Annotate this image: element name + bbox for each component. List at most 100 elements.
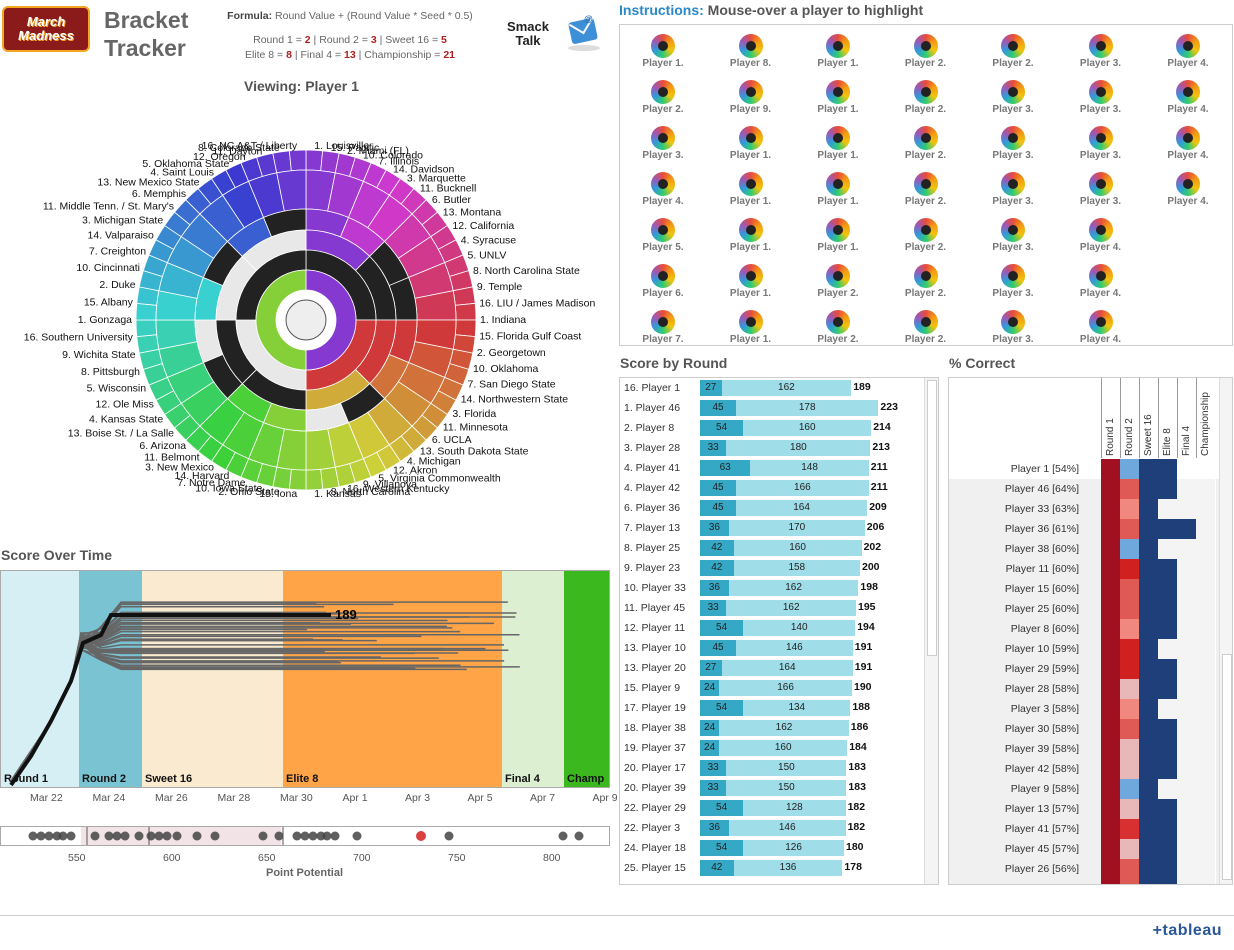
player-tile[interactable]: Player 1. (803, 218, 873, 262)
player-tile[interactable]: Player 2. (891, 126, 961, 170)
pct-cell[interactable] (1120, 679, 1140, 699)
player-score-line[interactable] (10, 622, 320, 782)
pct-cell[interactable] (1158, 619, 1178, 639)
pct-cell[interactable] (1158, 659, 1178, 679)
table-row[interactable]: 11. Player 45 33 162 195 (620, 598, 924, 618)
pct-cell[interactable] (1196, 639, 1216, 659)
point-potential-chart[interactable] (0, 826, 610, 846)
pct-cell[interactable] (1139, 779, 1159, 799)
selected-player-dot[interactable] (416, 831, 426, 841)
player-potential-dot[interactable] (120, 831, 130, 841)
round2-bar[interactable]: 178 (736, 400, 879, 416)
player-potential-dot[interactable] (258, 831, 268, 841)
pct-cell[interactable] (1177, 479, 1197, 499)
pct-cell[interactable] (1139, 619, 1159, 639)
pct-cell[interactable] (1120, 619, 1140, 639)
pct-cell[interactable] (1158, 859, 1178, 879)
round1-bar[interactable]: 24 (700, 680, 720, 696)
table-row[interactable]: 4. Player 41 63 148 211 (620, 458, 924, 478)
pct-cell[interactable] (1120, 819, 1140, 839)
pct-cell[interactable] (1101, 639, 1121, 659)
player-potential-dot[interactable] (172, 831, 182, 841)
pct-cell[interactable] (1158, 599, 1178, 619)
pct-cell[interactable] (1177, 719, 1197, 739)
pct-cell[interactable] (1101, 539, 1121, 559)
player-potential-dot[interactable] (192, 831, 202, 841)
table-row[interactable]: 3. Player 28 33 180 213 (620, 438, 924, 458)
pct-cell[interactable] (1177, 599, 1197, 619)
player-tile[interactable]: Player 1. (803, 34, 873, 78)
round2-bar[interactable]: 166 (736, 480, 869, 496)
pct-cell[interactable] (1158, 479, 1178, 499)
pct-cell[interactable] (1158, 779, 1178, 799)
table-row[interactable]: Player 42 [58%] (949, 759, 1219, 779)
player-score-line[interactable] (10, 642, 416, 782)
pct-cell[interactable] (1177, 699, 1197, 719)
table-row[interactable]: Player 39 [58%] (949, 739, 1219, 759)
pct-cell[interactable] (1196, 839, 1216, 859)
pct-cell[interactable] (1196, 799, 1216, 819)
table-row[interactable]: 8. Player 25 42 160 202 (620, 538, 924, 558)
round2-bar[interactable]: 160 (719, 740, 848, 756)
round2-bar[interactable]: 162 (726, 600, 856, 616)
pct-cell[interactable] (1139, 819, 1159, 839)
player-tile[interactable]: Player 1. (803, 126, 873, 170)
table-row[interactable]: 1. Player 46 45 178 223 (620, 398, 924, 418)
pct-cell[interactable] (1139, 539, 1159, 559)
smack-talk-link[interactable]: Smack Talk (500, 20, 556, 48)
player-score-line[interactable] (10, 605, 325, 782)
pct-cell[interactable] (1158, 519, 1178, 539)
player-tile[interactable]: Player 3. (1066, 80, 1136, 124)
player-potential-dot[interactable] (322, 831, 332, 841)
player-tile[interactable]: Player 3. (978, 80, 1048, 124)
pct-cell[interactable] (1101, 699, 1121, 719)
round2-bar[interactable]: 148 (750, 460, 869, 476)
pct-cell[interactable] (1158, 819, 1178, 839)
round1-bar[interactable]: 42 (700, 860, 734, 876)
pct-cell[interactable] (1101, 619, 1121, 639)
player-potential-dot[interactable] (112, 831, 122, 841)
player-score-line[interactable] (10, 611, 327, 782)
round2-bar[interactable]: 160 (743, 420, 872, 436)
player-tile[interactable]: Player 4. (1153, 172, 1223, 216)
table-row[interactable]: 12. Player 11 54 140 194 (620, 618, 924, 638)
pct-cell[interactable] (1120, 659, 1140, 679)
mail-icon[interactable]: @ (566, 12, 602, 52)
round1-bar[interactable]: 45 (700, 500, 736, 516)
round2-bar[interactable]: 146 (728, 820, 846, 836)
pct-cell[interactable] (1158, 679, 1178, 699)
table-row[interactable]: Player 38 [60%] (949, 539, 1219, 559)
round2-bar[interactable]: 140 (743, 620, 856, 636)
player-potential-dot[interactable] (90, 831, 100, 841)
pct-cell[interactable] (1177, 639, 1197, 659)
pct-cell[interactable] (1177, 859, 1197, 879)
table-row[interactable]: 24. Player 18 54 126 180 (620, 838, 924, 858)
round1-bar[interactable]: 42 (700, 540, 734, 556)
pct-cell[interactable] (1177, 619, 1197, 639)
bracket-segment[interactable] (288, 149, 307, 172)
pct-cell[interactable] (1196, 779, 1216, 799)
pct-cell[interactable] (1101, 459, 1121, 479)
pct-cell[interactable] (1177, 679, 1197, 699)
pct-cell[interactable] (1158, 539, 1178, 559)
pct-cell[interactable] (1196, 579, 1216, 599)
pct-cell[interactable] (1196, 499, 1216, 519)
pct-cell[interactable] (1158, 799, 1178, 819)
round2-bar[interactable]: 166 (719, 680, 852, 696)
pct-cell[interactable] (1120, 459, 1140, 479)
player-potential-dot[interactable] (292, 831, 302, 841)
player-potential-dot[interactable] (58, 831, 68, 841)
pct-cell[interactable] (1139, 699, 1159, 719)
table-row[interactable]: Player 46 [64%] (949, 479, 1219, 499)
pct-cell[interactable] (1120, 739, 1140, 759)
player-score-line[interactable] (10, 648, 467, 782)
pct-cell[interactable] (1196, 699, 1216, 719)
bracket-segment[interactable] (135, 302, 158, 321)
table-row[interactable]: Player 36 [61%] (949, 519, 1219, 539)
table-row[interactable]: 7. Player 13 36 170 206 (620, 518, 924, 538)
pct-cell[interactable] (1139, 679, 1159, 699)
round1-bar[interactable]: 45 (700, 400, 736, 416)
table-row[interactable]: Player 3 [58%] (949, 699, 1219, 719)
pct-cell[interactable] (1101, 719, 1121, 739)
pct-cell[interactable] (1120, 879, 1140, 884)
